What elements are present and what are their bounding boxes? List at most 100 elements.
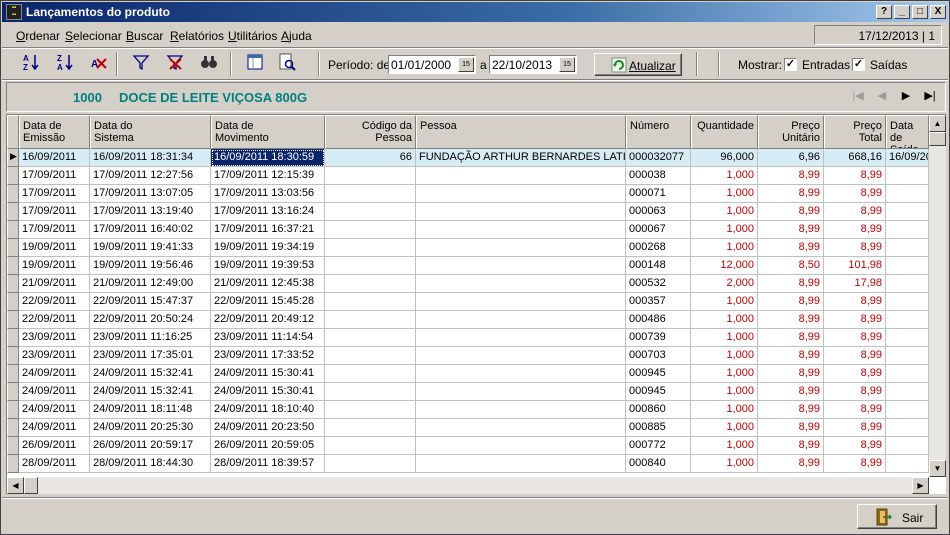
scroll-down-icon[interactable]: ▼ bbox=[929, 460, 946, 477]
date-to-field[interactable]: 22/10/2013 15 bbox=[489, 55, 577, 74]
cell-codigo-pessoa[interactable] bbox=[325, 401, 416, 419]
cell-preco-total[interactable]: 8,99 bbox=[824, 293, 886, 311]
cell-pessoa[interactable] bbox=[416, 419, 626, 437]
cell-preco-total[interactable]: 8,99 bbox=[824, 221, 886, 239]
menu-ajuda[interactable]: Ajuda bbox=[281, 29, 312, 43]
menu-selecionar[interactable]: Selecionar bbox=[65, 29, 122, 43]
cell-data-movimento[interactable]: 22/09/2011 20:49:12 bbox=[211, 311, 325, 329]
cell-data-sistema[interactable]: 22/09/2011 15:47:37 bbox=[90, 293, 211, 311]
sair-button[interactable]: Sair bbox=[857, 504, 937, 529]
cell-data-emissao[interactable]: 26/09/2011 bbox=[19, 437, 90, 455]
cell-data-saida[interactable] bbox=[886, 221, 929, 239]
cell-data-sistema[interactable]: 17/09/2011 12:27:56 bbox=[90, 167, 211, 185]
cell-data-saida[interactable] bbox=[886, 257, 929, 275]
cell-data-sistema[interactable]: 24/09/2011 15:32:41 bbox=[90, 383, 211, 401]
col-numero[interactable]: Número bbox=[626, 115, 691, 149]
cell-data-movimento[interactable]: 23/09/2011 17:33:52 bbox=[211, 347, 325, 365]
cell-data-movimento[interactable]: 24/09/2011 15:30:41 bbox=[211, 383, 325, 401]
print-preview-icon[interactable] bbox=[276, 53, 298, 75]
cell-codigo-pessoa[interactable] bbox=[325, 437, 416, 455]
cell-numero[interactable]: 000739 bbox=[626, 329, 691, 347]
cell-data-movimento[interactable]: 28/09/2011 18:39:57 bbox=[211, 455, 325, 473]
cell-codigo-pessoa[interactable] bbox=[325, 329, 416, 347]
help-button[interactable]: ? bbox=[876, 5, 892, 19]
col-data-saida[interactable]: Data de Saída bbox=[886, 115, 929, 149]
cell-codigo-pessoa[interactable] bbox=[325, 347, 416, 365]
cell-data-saida[interactable]: 16/09/2011 bbox=[886, 149, 929, 167]
clear-filter-icon[interactable] bbox=[164, 53, 186, 75]
scroll-right-icon[interactable]: ▶ bbox=[912, 477, 929, 494]
cell-quantidade[interactable]: 1,000 bbox=[691, 221, 758, 239]
table-row[interactable]: 24/09/2011 24/09/2011 18:11:48 24/09/2011 … bbox=[7, 401, 929, 419]
row-indicator[interactable] bbox=[7, 311, 19, 329]
cell-preco-unitario[interactable]: 8,99 bbox=[758, 383, 824, 401]
cell-data-saida[interactable] bbox=[886, 275, 929, 293]
cell-data-movimento[interactable]: 24/09/2011 15:30:41 bbox=[211, 365, 325, 383]
cell-preco-total[interactable]: 8,99 bbox=[824, 419, 886, 437]
cell-quantidade[interactable]: 1,000 bbox=[691, 383, 758, 401]
cell-preco-unitario[interactable]: 8,99 bbox=[758, 455, 824, 473]
atualizar-button[interactable]: Atualizar bbox=[594, 53, 682, 76]
menu-utilitarios[interactable]: Utilitários bbox=[228, 29, 277, 43]
cell-data-movimento[interactable]: 17/09/2011 16:37:21 bbox=[211, 221, 325, 239]
row-indicator[interactable] bbox=[7, 203, 19, 221]
row-indicator[interactable] bbox=[7, 347, 19, 365]
cell-numero[interactable]: 000148 bbox=[626, 257, 691, 275]
cell-quantidade[interactable]: 1,000 bbox=[691, 239, 758, 257]
find-icon[interactable] bbox=[198, 53, 220, 75]
cell-data-sistema[interactable]: 24/09/2011 20:25:30 bbox=[90, 419, 211, 437]
col-data-emissao[interactable]: Data de Emissão bbox=[19, 115, 90, 149]
cell-preco-unitario[interactable]: 8,99 bbox=[758, 329, 824, 347]
cell-data-movimento[interactable]: 17/09/2011 13:16:24 bbox=[211, 203, 325, 221]
entradas-checkbox[interactable]: ✓ bbox=[784, 58, 797, 71]
cell-preco-unitario[interactable]: 8,99 bbox=[758, 239, 824, 257]
cell-data-sistema[interactable]: 22/09/2011 20:50:24 bbox=[90, 311, 211, 329]
cell-quantidade[interactable]: 1,000 bbox=[691, 167, 758, 185]
cell-preco-unitario[interactable]: 8,50 bbox=[758, 257, 824, 275]
cell-data-saida[interactable] bbox=[886, 167, 929, 185]
cell-preco-unitario[interactable]: 8,99 bbox=[758, 221, 824, 239]
cell-quantidade[interactable]: 1,000 bbox=[691, 401, 758, 419]
scroll-thumb-h[interactable] bbox=[24, 477, 38, 494]
cell-pessoa[interactable] bbox=[416, 167, 626, 185]
table-row[interactable]: 24/09/2011 24/09/2011 15:32:41 24/09/2011 … bbox=[7, 365, 929, 383]
cell-preco-unitario[interactable]: 8,99 bbox=[758, 275, 824, 293]
table-row[interactable]: 22/09/2011 22/09/2011 20:50:24 22/09/2011 … bbox=[7, 311, 929, 329]
row-indicator[interactable] bbox=[7, 365, 19, 383]
row-indicator[interactable] bbox=[7, 221, 19, 239]
cell-data-sistema[interactable]: 26/09/2011 20:59:17 bbox=[90, 437, 211, 455]
cell-preco-total[interactable]: 8,99 bbox=[824, 365, 886, 383]
cell-preco-total[interactable]: 8,99 bbox=[824, 167, 886, 185]
cell-pessoa[interactable] bbox=[416, 311, 626, 329]
cell-data-sistema[interactable]: 16/09/2011 18:31:34 bbox=[90, 149, 211, 167]
last-record-icon[interactable]: ▶| bbox=[921, 89, 939, 102]
cell-quantidade[interactable]: 2,000 bbox=[691, 275, 758, 293]
cell-codigo-pessoa[interactable] bbox=[325, 185, 416, 203]
vertical-scrollbar[interactable]: ▲ ▼ bbox=[929, 115, 946, 477]
scroll-left-icon[interactable]: ◀ bbox=[7, 477, 24, 494]
cell-data-emissao[interactable]: 24/09/2011 bbox=[19, 383, 90, 401]
row-indicator[interactable] bbox=[7, 275, 19, 293]
scroll-thumb[interactable] bbox=[929, 132, 946, 146]
cell-pessoa[interactable] bbox=[416, 257, 626, 275]
calendar-icon[interactable]: 15 bbox=[458, 57, 474, 72]
row-indicator[interactable] bbox=[7, 239, 19, 257]
cell-codigo-pessoa[interactable] bbox=[325, 167, 416, 185]
cell-preco-unitario[interactable]: 8,99 bbox=[758, 347, 824, 365]
table-row[interactable]: 23/09/2011 23/09/2011 17:35:01 23/09/2011 … bbox=[7, 347, 929, 365]
first-record-icon[interactable]: |◀ bbox=[849, 89, 867, 102]
cell-pessoa[interactable] bbox=[416, 437, 626, 455]
row-indicator[interactable] bbox=[7, 257, 19, 275]
cell-data-movimento[interactable]: 16/09/2011 18:30:59 bbox=[211, 149, 325, 167]
cell-data-emissao[interactable]: 16/09/2011 bbox=[19, 149, 90, 167]
row-indicator[interactable] bbox=[7, 383, 19, 401]
cell-data-sistema[interactable]: 17/09/2011 13:19:40 bbox=[90, 203, 211, 221]
menu-ordenar[interactable]: Ordenar bbox=[16, 29, 60, 43]
cell-data-movimento[interactable]: 21/09/2011 12:45:38 bbox=[211, 275, 325, 293]
cell-preco-total[interactable]: 8,99 bbox=[824, 239, 886, 257]
cell-quantidade[interactable]: 1,000 bbox=[691, 293, 758, 311]
cell-data-emissao[interactable]: 17/09/2011 bbox=[19, 185, 90, 203]
horizontal-scrollbar[interactable]: ◀ ▶ bbox=[7, 477, 929, 494]
table-row[interactable]: 21/09/2011 21/09/2011 12:49:00 21/09/2011 … bbox=[7, 275, 929, 293]
cell-preco-total[interactable]: 8,99 bbox=[824, 329, 886, 347]
